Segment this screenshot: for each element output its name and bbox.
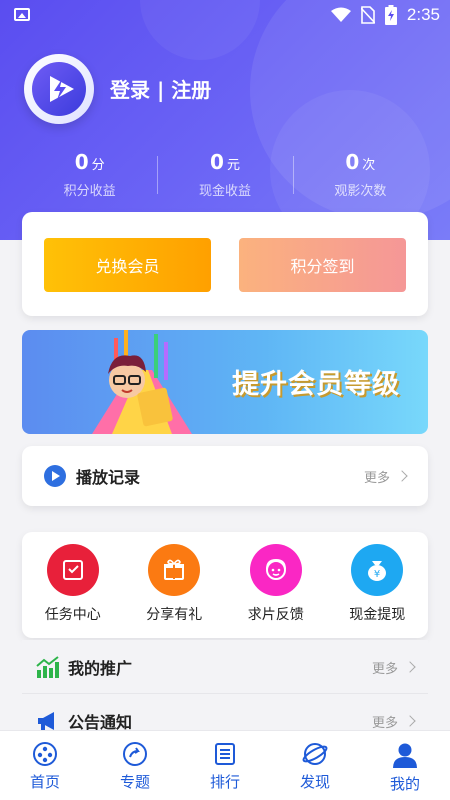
grid-item-task-center[interactable]: 任务中心: [22, 544, 124, 638]
stat-value: 0: [210, 150, 224, 174]
topic-icon: [123, 742, 147, 766]
chevron-right-icon: [404, 715, 416, 727]
discover-icon: [302, 743, 328, 765]
stat-value: 0: [345, 150, 360, 174]
more-link[interactable]: 更多: [363, 467, 408, 486]
feature-grid: 任务中心 分享有礼 求片反馈 ¥ 现金提现: [22, 532, 428, 638]
battery-charging-icon: [384, 5, 397, 25]
tab-discover[interactable]: 发现: [270, 731, 360, 800]
tab-rank[interactable]: 排行: [180, 731, 270, 800]
svg-text:¥: ¥: [374, 569, 380, 580]
my-promotion-title: 我的推广: [68, 659, 133, 678]
more-label: 更多: [371, 661, 398, 677]
stat-unit: 次: [362, 158, 376, 173]
no-sim-icon: [360, 6, 375, 24]
image-notification-icon: [14, 8, 30, 21]
actions-card: 兑换会员 积分签到: [22, 212, 428, 316]
play-icon: [44, 465, 66, 487]
more-link[interactable]: 更多: [371, 712, 416, 731]
tab-topic[interactable]: 专题: [90, 731, 180, 800]
my-promotion-row[interactable]: 我的推广 更多: [22, 640, 428, 694]
lightning-play-icon: [50, 76, 74, 102]
grid-item-request-feedback[interactable]: 求片反馈: [225, 544, 327, 638]
tab-label: 专题: [119, 773, 150, 791]
stat-views: 0次 观影次数: [292, 150, 428, 200]
stat-label: 积分收益: [63, 184, 116, 199]
home-film-icon: [33, 742, 57, 766]
rank-icon: [215, 743, 235, 765]
grid-label: 任务中心: [44, 607, 101, 623]
gift-icon: [148, 544, 201, 596]
tab-home[interactable]: 首页: [0, 731, 90, 800]
tab-label: 排行: [209, 773, 240, 791]
play-history-row[interactable]: 播放记录 更多: [22, 446, 428, 506]
chevron-right-icon: [404, 661, 416, 673]
grid-item-cash-withdraw[interactable]: ¥ 现金提现: [327, 544, 429, 638]
stats-row: 0分 积分收益 0元 现金收益 0次 观影次数: [22, 150, 428, 200]
banner-illustration: [92, 330, 192, 434]
task-icon: [46, 544, 99, 596]
tab-profile[interactable]: 我的: [360, 731, 450, 800]
grid-label: 分享有礼: [146, 607, 203, 623]
stat-label: 观影次数: [334, 184, 387, 199]
tab-label: 首页: [29, 773, 60, 791]
stat-unit: 分: [91, 158, 105, 173]
login-register-link[interactable]: 登录 | 注册: [110, 74, 211, 103]
stat-points: 0分 积分收益: [22, 150, 157, 200]
bottom-tab-bar: 首页 专题 排行 发现 我的: [0, 730, 450, 800]
stat-label: 现金收益: [198, 184, 251, 199]
banner-title: 提升会员等级: [232, 369, 400, 400]
exchange-membership-button[interactable]: 兑换会员: [44, 238, 211, 292]
status-bar: 2:35: [0, 0, 450, 32]
play-history-title: 播放记录: [76, 468, 141, 487]
status-time: 2:35: [406, 5, 440, 24]
tab-label: 我的: [389, 775, 420, 793]
grid-label: 现金提现: [349, 607, 406, 623]
profile-icon: [393, 743, 417, 768]
wifi-icon: [330, 7, 351, 22]
megaphone-icon: [38, 712, 54, 730]
stat-unit: 元: [226, 158, 240, 173]
chevron-right-icon: [396, 470, 408, 482]
tab-label: 发现: [299, 773, 330, 791]
app-logo-avatar[interactable]: [24, 54, 94, 124]
stat-cash: 0元 现金收益: [157, 150, 292, 200]
upgrade-membership-banner[interactable]: 提升会员等级: [22, 330, 428, 434]
points-checkin-button[interactable]: 积分签到: [239, 238, 406, 292]
stat-value: 0: [74, 150, 89, 174]
more-label: 更多: [371, 715, 398, 731]
grid-item-share-gift[interactable]: 分享有礼: [124, 544, 226, 638]
more-link[interactable]: 更多: [371, 658, 416, 677]
cash-bag-icon: ¥: [351, 544, 404, 596]
more-label: 更多: [363, 470, 390, 486]
feedback-icon: [249, 544, 302, 596]
grid-label: 求片反馈: [247, 607, 304, 623]
trend-chart-icon: [36, 656, 59, 678]
profile-header: 2:35 登录 | 注册 0分 积分收益 0元 现金收益 0次 观影次数: [0, 0, 450, 240]
